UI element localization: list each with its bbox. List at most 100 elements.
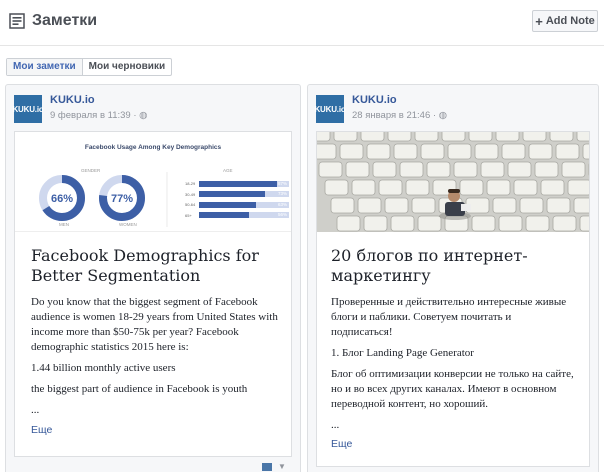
add-note-button[interactable]: + Add Note xyxy=(532,10,598,32)
bar-value: 63% xyxy=(277,201,287,207)
page-header: Заметки + Add Note xyxy=(0,0,604,46)
paragraph: Do you know that the biggest segment of … xyxy=(31,296,278,353)
keyboard-key xyxy=(414,132,439,142)
keyboard-key xyxy=(522,132,547,142)
paragraph: the biggest part of audience in Facebook… xyxy=(31,383,248,395)
author-name[interactable]: KUKU.io xyxy=(352,94,397,106)
note-preview[interactable]: Facebook Usage Among Key Demographics GE… xyxy=(14,131,292,457)
paragraph: ... xyxy=(31,404,40,416)
note-card-1: KUKU.io KUKU.io 9 февраля в 11:39 · ◍ Fa… xyxy=(5,84,301,472)
tab-my-notes[interactable]: Мои заметки xyxy=(7,59,83,75)
age-bar: 30-49 73% xyxy=(185,191,289,197)
globe-icon: ◍ xyxy=(139,110,148,121)
keyboard-key xyxy=(384,197,409,214)
note-cover-image xyxy=(317,132,589,232)
post-date[interactable]: 28 января в 21:46 · xyxy=(352,110,439,121)
keyboard-key xyxy=(474,143,499,160)
keyboard-key xyxy=(555,143,580,160)
bar-fill xyxy=(199,180,278,187)
age-bar: 65+ 56% xyxy=(185,212,289,218)
keyboard-key xyxy=(561,161,586,178)
keyboard-key xyxy=(366,143,391,160)
bar-value: 56% xyxy=(277,212,287,217)
keyboard-key xyxy=(378,179,403,196)
read-more-link[interactable]: Еще xyxy=(331,438,352,450)
age-bar: 18-29 87% xyxy=(185,180,289,187)
note-preview[interactable]: 20 блогов по интернет-маркетингу Провере… xyxy=(316,131,590,467)
notes-icon xyxy=(9,13,25,29)
avatar-logo-text: KUKU.io xyxy=(12,104,44,114)
note-title[interactable]: Facebook Demographics for Better Segment… xyxy=(31,246,281,286)
keyboard-key xyxy=(411,197,436,214)
age-bar: 50-64 63% xyxy=(185,201,289,208)
post-meta: 28 января в 21:46 · ◍ xyxy=(352,110,447,121)
keyboard-key xyxy=(513,179,538,196)
keyboard-image xyxy=(317,132,589,232)
keyboard-key xyxy=(495,132,520,142)
keyboard-key xyxy=(324,179,349,196)
keyboard-key xyxy=(336,215,361,232)
keyboard-key xyxy=(317,143,337,160)
keyboard-key xyxy=(576,132,589,142)
post-date[interactable]: 9 февраля в 11:39 · xyxy=(50,110,139,121)
keyboard-key xyxy=(549,132,574,142)
keyboard-key xyxy=(318,161,343,178)
paragraph: ... xyxy=(331,419,340,431)
post-meta: 9 февраля в 11:39 · ◍ xyxy=(50,110,147,121)
read-more-link[interactable]: Еще xyxy=(31,424,52,436)
plus-icon: + xyxy=(535,13,543,29)
keyboard-key xyxy=(471,215,496,232)
keyboard-key xyxy=(387,132,412,142)
donut-women: 77% xyxy=(99,175,145,221)
keyboard-key xyxy=(441,132,466,142)
author-name[interactable]: KUKU.io xyxy=(50,94,95,106)
avatar[interactable]: KUKU.io xyxy=(314,95,346,123)
bar-fill xyxy=(199,212,250,218)
keyboard-key xyxy=(567,179,589,196)
keyboard-key xyxy=(417,215,442,232)
keyboard-key xyxy=(486,179,511,196)
keyboard-key xyxy=(528,143,553,160)
app-icon[interactable] xyxy=(262,463,272,471)
donut-men: 66% xyxy=(39,175,85,221)
chevron-down-icon[interactable]: ▼ xyxy=(278,462,286,471)
keyboard-key xyxy=(453,161,478,178)
paragraph: 1.44 billion monthly active users xyxy=(31,362,176,374)
keyboard-key xyxy=(405,179,430,196)
keyboard-key xyxy=(579,215,589,232)
paragraph: Блог об оптимизации конверсии не только … xyxy=(331,368,574,410)
keyboard-key xyxy=(507,161,532,178)
age-label: AGE xyxy=(223,168,233,173)
keyboard-key xyxy=(360,132,385,142)
avatar-logo-text: KUKU.io xyxy=(314,104,346,114)
keyboard-key xyxy=(399,161,424,178)
keyboard-key xyxy=(357,197,382,214)
note-excerpt: Проверенные и действительно интересные ж… xyxy=(331,295,575,439)
keyboard-key xyxy=(501,143,526,160)
bar-fill xyxy=(199,201,256,208)
keyboard-key xyxy=(552,215,577,232)
keyboard-key xyxy=(345,161,370,178)
note-excerpt: Do you know that the biggest segment of … xyxy=(31,295,281,424)
donut-value: 77% xyxy=(111,193,133,205)
donut-label-men: MEN xyxy=(59,222,69,227)
keyboard-key xyxy=(447,143,472,160)
keyboard-key xyxy=(468,132,493,142)
keyboard-key xyxy=(525,215,550,232)
page-title: Заметки xyxy=(32,12,98,29)
keyboard-key xyxy=(519,197,544,214)
keyboard-key xyxy=(546,197,571,214)
keyboard-key xyxy=(426,161,451,178)
avatar[interactable]: KUKU.io xyxy=(12,95,44,123)
keyboard-key xyxy=(390,215,415,232)
keyboard-key xyxy=(330,197,355,214)
keyboard-key xyxy=(339,143,364,160)
gender-donuts: 66% 77% xyxy=(39,172,168,227)
keyboard-key xyxy=(372,161,397,178)
keyboard-key xyxy=(420,143,445,160)
note-title[interactable]: 20 блогов по интернет-маркетингу xyxy=(331,246,575,286)
keyboard-key xyxy=(363,215,388,232)
tab-my-drafts[interactable]: Мои черновики xyxy=(83,59,171,75)
keyboard-key xyxy=(333,132,358,142)
add-note-label: Add Note xyxy=(545,15,595,27)
